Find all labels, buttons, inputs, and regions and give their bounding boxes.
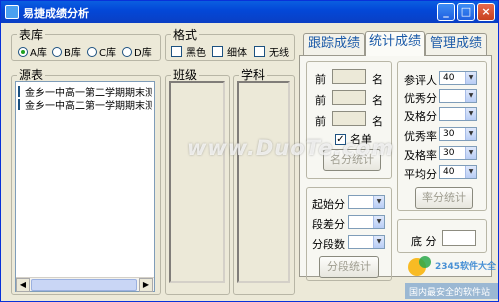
segment-count-select[interactable]: ▼ xyxy=(348,235,385,249)
site-watermark: www.DuoTe.com xyxy=(187,136,395,160)
format-check-noline[interactable]: 无线 xyxy=(254,44,289,59)
source-table-list[interactable]: 金乡一中高一第二学期期末测试 金乡一中高二第一学期期末测试 ◀ ▶ xyxy=(15,81,155,292)
bottom-score-input[interactable] xyxy=(442,230,476,246)
rate-select-1[interactable]: 40 ▼ xyxy=(439,71,477,85)
minimize-button[interactable]: _ xyxy=(437,3,455,21)
check-black-box[interactable] xyxy=(171,46,182,57)
tab-statistics[interactable]: 统计成绩 xyxy=(365,31,425,56)
segment-step-label: 段差分 xyxy=(312,218,345,231)
check-noline-box[interactable] xyxy=(254,46,265,57)
close-button[interactable]: × xyxy=(477,3,495,21)
list-item[interactable]: 金乡一中高二第一学期期末测试 xyxy=(18,97,152,112)
radio-b-label: B库 xyxy=(64,48,81,59)
segment-start-label: 起始分 xyxy=(312,198,345,211)
segment-step-select[interactable]: ▼ xyxy=(348,215,385,229)
chevron-down-icon[interactable]: ▼ xyxy=(465,108,476,120)
source-item-2-label: 金乡一中高二第一学期期末测试 xyxy=(25,101,152,112)
tab-tracking[interactable]: 跟踪成绩 xyxy=(303,33,365,55)
check-black-label: 黑色 xyxy=(186,48,206,59)
radio-a-icon[interactable] xyxy=(18,46,28,57)
chevron-down-icon[interactable]: ▼ xyxy=(465,90,476,102)
rank-input-3[interactable] xyxy=(332,111,366,126)
scroll-right-icon[interactable]: ▶ xyxy=(139,278,153,292)
rate-select-5[interactable]: 30 ▼ xyxy=(439,146,477,160)
rate-value-5: 30 xyxy=(443,148,455,158)
rate-value-4: 30 xyxy=(443,129,455,139)
brand-logo-icon: 2345软件大全 国内最安全的软件站 xyxy=(405,256,498,299)
rate-select-2[interactable]: ▼ xyxy=(439,89,477,103)
bottom-score-label: 底 分 xyxy=(411,235,437,248)
maximize-button[interactable]: □ xyxy=(457,3,475,21)
segment-start-select[interactable]: ▼ xyxy=(348,195,385,209)
check-thin-label: 细体 xyxy=(227,48,247,59)
rank-suffix-1: 名 xyxy=(372,73,383,86)
svg-text:2345软件大全: 2345软件大全 xyxy=(435,260,497,272)
library-legend: 表库 xyxy=(17,26,46,43)
chevron-down-icon[interactable]: ▼ xyxy=(373,236,384,248)
rate-label-3: 及格分 xyxy=(404,110,437,123)
rank-prefix-2: 前 xyxy=(315,94,326,107)
segment-count-label: 分段数 xyxy=(312,238,345,251)
rate-value-1: 40 xyxy=(443,73,455,83)
rank-prefix-1: 前 xyxy=(315,73,326,86)
radio-c-icon[interactable] xyxy=(87,46,97,57)
chevron-down-icon[interactable]: ▼ xyxy=(465,166,476,178)
format-legend: 格式 xyxy=(171,26,200,43)
scroll-thumb[interactable] xyxy=(31,279,137,291)
class-list[interactable] xyxy=(169,81,225,283)
check-noline-label: 无线 xyxy=(269,48,289,59)
main-window: 易捷成绩分析 _ □ × 表库 A库 B库 C库 D库 格式 黑色 细体 无线 … xyxy=(0,0,499,302)
source-item-2-check[interactable] xyxy=(18,99,20,110)
radio-d-icon[interactable] xyxy=(122,46,132,57)
rate-select-6[interactable]: 40 ▼ xyxy=(439,165,477,179)
tab-management[interactable]: 管理成绩 xyxy=(425,33,487,55)
radio-b-icon[interactable] xyxy=(52,46,62,57)
radio-c-label: C库 xyxy=(99,48,116,59)
rank-suffix-3: 名 xyxy=(372,115,383,128)
rate-label-6: 平均分 xyxy=(404,168,437,181)
window-title: 易捷成绩分析 xyxy=(23,7,89,20)
chevron-down-icon[interactable]: ▼ xyxy=(373,216,384,228)
library-radio-a[interactable]: A库 xyxy=(18,44,47,59)
rank-suffix-2: 名 xyxy=(372,94,383,107)
scroll-left-icon[interactable]: ◀ xyxy=(16,278,30,292)
horizontal-scrollbar[interactable]: ◀ ▶ xyxy=(16,277,154,292)
radio-d-label: D库 xyxy=(134,48,152,59)
rank-input-1[interactable] xyxy=(332,69,366,84)
rate-select-3[interactable]: ▼ xyxy=(439,107,477,121)
chevron-down-icon[interactable]: ▼ xyxy=(373,196,384,208)
rank-prefix-3: 前 xyxy=(315,115,326,128)
format-check-thin[interactable]: 细体 xyxy=(212,44,247,59)
radio-a-label: A库 xyxy=(30,48,47,59)
title-bar[interactable]: 易捷成绩分析 _ □ × xyxy=(1,1,498,23)
rank-input-2[interactable] xyxy=(332,90,366,105)
subject-list[interactable] xyxy=(237,81,290,283)
rate-label-4: 优秀率 xyxy=(404,130,437,143)
rate-value-6: 40 xyxy=(443,167,455,177)
library-radio-d[interactable]: D库 xyxy=(122,44,152,59)
check-thin-box[interactable] xyxy=(212,46,223,57)
svg-text:国内最安全的软件站: 国内最安全的软件站 xyxy=(409,286,490,298)
rate-label-5: 及格率 xyxy=(404,149,437,162)
rate-label-2: 优秀分 xyxy=(404,92,437,105)
chevron-down-icon[interactable]: ▼ xyxy=(465,128,476,140)
rate-stats-button[interactable]: 率分统计 xyxy=(415,187,473,209)
chevron-down-icon[interactable]: ▼ xyxy=(465,72,476,84)
segment-stats-button[interactable]: 分段统计 xyxy=(319,256,379,278)
library-radio-c[interactable]: C库 xyxy=(87,44,116,59)
format-check-black[interactable]: 黑色 xyxy=(171,44,206,59)
rate-label-1: 参评人 xyxy=(404,74,437,87)
brand-logo-watermark: 2345软件大全 国内最安全的软件站 xyxy=(405,249,498,301)
app-icon xyxy=(5,5,19,19)
rate-select-4[interactable]: 30 ▼ xyxy=(439,127,477,141)
library-radio-b[interactable]: B库 xyxy=(52,44,81,59)
source-item-1-check[interactable] xyxy=(18,86,20,97)
chevron-down-icon[interactable]: ▼ xyxy=(465,147,476,159)
